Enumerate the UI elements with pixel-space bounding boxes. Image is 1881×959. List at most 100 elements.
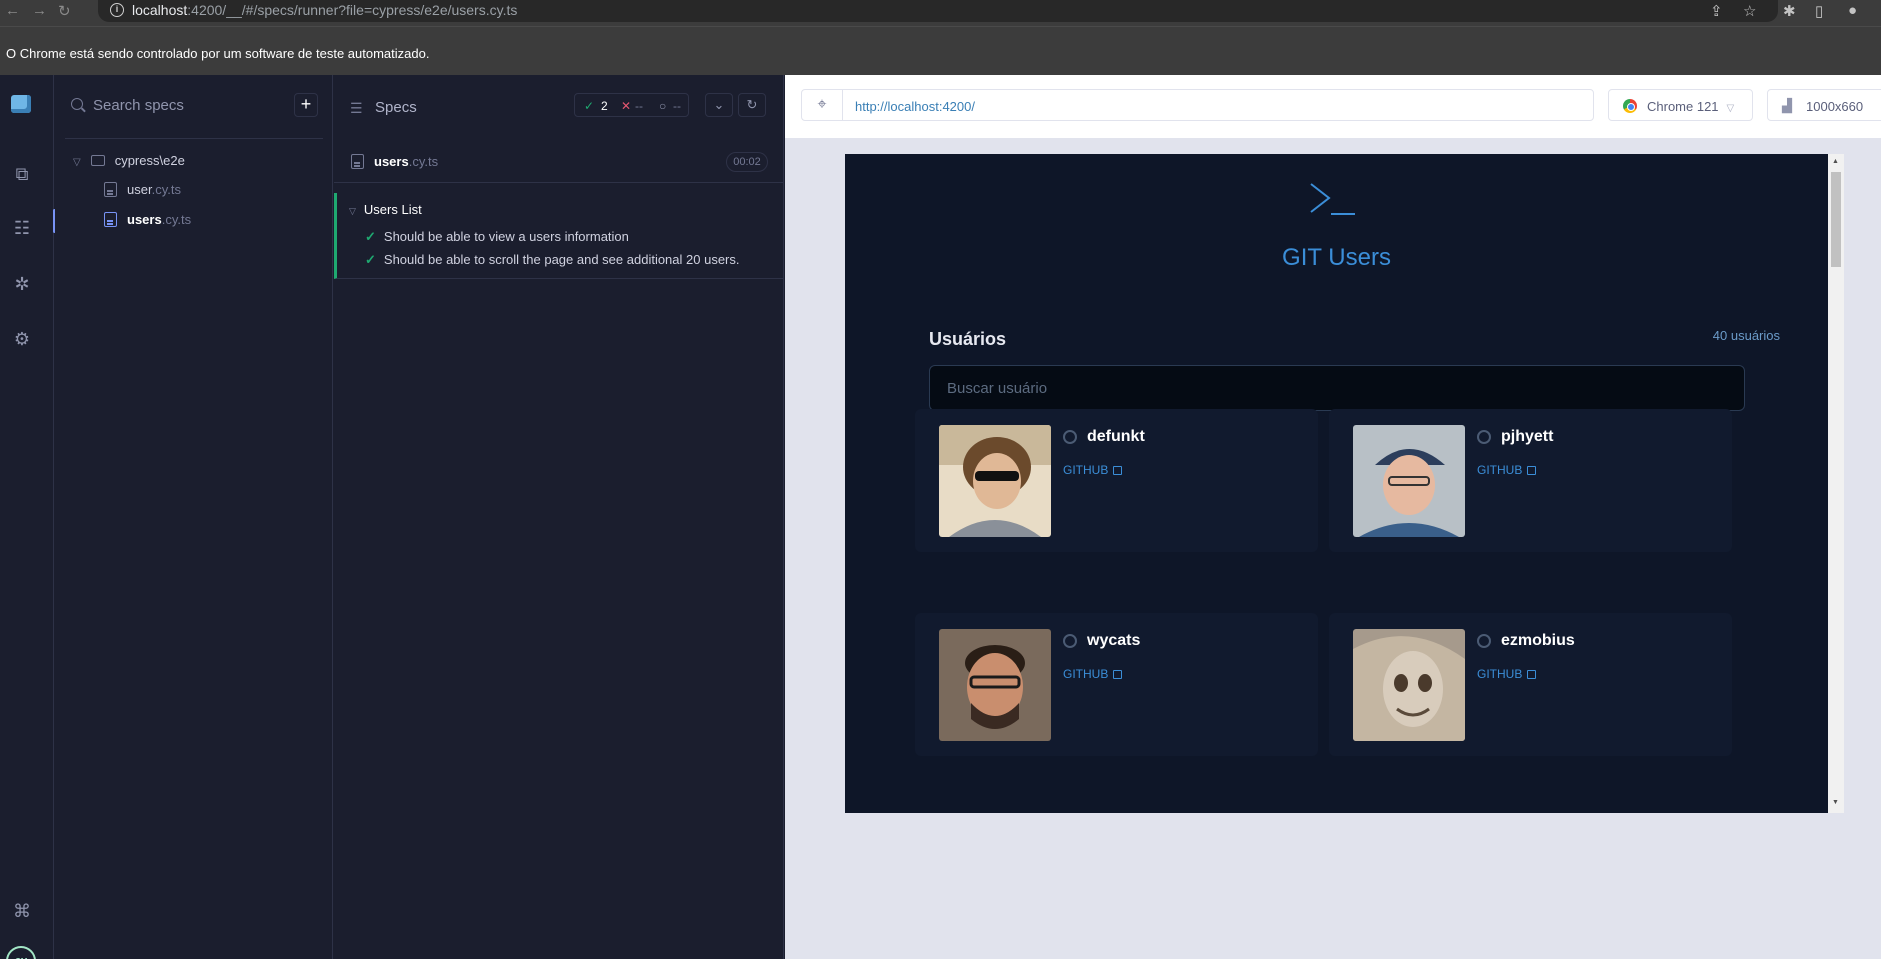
pass-check-icon: ✓ bbox=[365, 252, 376, 267]
address-bar[interactable]: i localhost:4200/__/#/specs/runner?file=… bbox=[98, 0, 1778, 22]
scrollbar-thumb[interactable] bbox=[1831, 172, 1841, 267]
side-panel-icon[interactable]: ▯ bbox=[1815, 2, 1823, 20]
passed-icon: ✓ bbox=[584, 99, 595, 113]
avatar bbox=[939, 425, 1051, 537]
user-name: pjhyett bbox=[1501, 428, 1554, 445]
pass-check-icon: ✓ bbox=[365, 229, 376, 244]
folder-name: cypress\e2e bbox=[114, 153, 185, 168]
user-name: wycats bbox=[1087, 632, 1141, 649]
address-text[interactable]: localhost:4200/__/#/specs/runner?file=cy… bbox=[132, 2, 517, 18]
expand-toggle-button[interactable]: ⌄ bbox=[705, 93, 733, 117]
spec-file-item-active[interactable]: users.cy.ts bbox=[104, 212, 191, 227]
app-title: GIT Users bbox=[1282, 244, 1391, 271]
profile-icon[interactable]: ● bbox=[1848, 2, 1857, 19]
github-link[interactable]: GITHUB bbox=[1477, 667, 1537, 681]
aut-toolbar: ⌖ http://localhost:4200/ Chrome 121 ▽ ▟ 1… bbox=[785, 75, 1881, 139]
collapse-specs-icon[interactable]: ☰ bbox=[350, 100, 363, 117]
user-search-input[interactable]: Buscar usuário bbox=[929, 365, 1745, 411]
browser-select[interactable]: Chrome 121 ▽ bbox=[1608, 89, 1753, 121]
chevron-down-icon: ▽ bbox=[349, 206, 356, 216]
spec-file-item[interactable]: user.cy.ts bbox=[104, 182, 181, 197]
reporter-title: Specs bbox=[375, 99, 417, 116]
debug-bug-icon[interactable]: ✲ bbox=[10, 272, 34, 296]
forward-icon[interactable]: → bbox=[32, 2, 47, 19]
file-icon bbox=[104, 182, 117, 197]
pending-count: -- bbox=[673, 99, 681, 113]
infobar-text: O Chrome está sendo controlado por um so… bbox=[6, 46, 430, 61]
users-count: 40 usuários bbox=[1712, 328, 1780, 343]
user-card: pjhyett GITHUB bbox=[1329, 409, 1732, 552]
spec-search-input[interactable]: Search specs bbox=[93, 97, 184, 114]
scroll-up-icon[interactable]: ▲ bbox=[1832, 158, 1839, 165]
test-row[interactable]: ✓ Should be able to view a users informat… bbox=[365, 229, 629, 245]
user-card: defunkt GITHUB bbox=[915, 409, 1318, 552]
cypress-project-logo[interactable] bbox=[11, 95, 31, 113]
search-icon bbox=[71, 98, 83, 110]
failed-count: -- bbox=[635, 99, 643, 113]
github-link[interactable]: GITHUB bbox=[1063, 667, 1123, 681]
chrome-icon bbox=[1623, 99, 1637, 113]
external-link-icon bbox=[1113, 670, 1123, 679]
user-name: defunkt bbox=[1087, 428, 1145, 445]
folder-icon bbox=[90, 155, 105, 166]
reporter-panel: ☰ Specs ✓ 2 ✕ -- ○ -- ⌄ ↻ users.cy.ts 00… bbox=[334, 75, 784, 959]
avatar bbox=[1353, 629, 1465, 741]
passed-count: 2 bbox=[601, 99, 608, 113]
specs-list-panel: Search specs + ▽ cypress\e2e user.cy.ts u… bbox=[55, 75, 333, 959]
folder-row[interactable]: ▽ cypress\e2e bbox=[73, 153, 185, 168]
spec-duration: 00:02 bbox=[726, 152, 768, 172]
test-row[interactable]: ✓ Should be able to scroll the page and s… bbox=[365, 252, 740, 268]
suite-block: ▽ Users List ✓ Should be able to view a us… bbox=[334, 193, 784, 279]
avatar bbox=[939, 629, 1051, 741]
reporter-header: ☰ Specs ✓ 2 ✕ -- ○ -- ⌄ ↻ bbox=[334, 75, 784, 139]
github-icon bbox=[1477, 430, 1491, 444]
github-icon bbox=[1477, 634, 1491, 648]
runs-icon[interactable]: ⧉ bbox=[10, 162, 34, 186]
settings-gear-icon[interactable]: ⚙ bbox=[10, 327, 34, 351]
viewport-select[interactable]: ▟ 1000x660 bbox=[1767, 89, 1881, 121]
cypress-side-nav: ⧉ ☷ ✲ ⚙ ⌘ cy bbox=[0, 75, 56, 959]
extensions-icon[interactable]: ✱ bbox=[1783, 2, 1796, 20]
pending-icon: ○ bbox=[659, 99, 667, 113]
users-heading: Usuários bbox=[929, 329, 1007, 349]
file-icon bbox=[104, 212, 117, 227]
spec-search-row: Search specs + bbox=[55, 75, 333, 139]
bookmark-star-icon[interactable]: ☆ bbox=[1743, 2, 1756, 20]
back-icon[interactable]: ← bbox=[5, 2, 20, 19]
app-scrollbar[interactable]: ▲ ▼ bbox=[1828, 154, 1844, 813]
aut-url-field[interactable]: http://localhost:4200/ bbox=[842, 89, 1594, 121]
external-link-icon bbox=[1527, 670, 1537, 679]
specs-icon[interactable]: ☷ bbox=[10, 216, 34, 240]
site-info-icon[interactable]: i bbox=[110, 3, 124, 17]
failed-icon: ✕ bbox=[621, 99, 632, 113]
add-spec-button[interactable]: + bbox=[294, 93, 318, 117]
running-spec-name: users.cy.ts bbox=[374, 154, 439, 169]
automation-infobar: O Chrome está sendo controlado por um so… bbox=[0, 26, 1881, 75]
external-link-icon bbox=[1113, 466, 1123, 475]
file-icon bbox=[351, 154, 364, 169]
selector-playground-icon[interactable]: ⌖ bbox=[801, 89, 843, 121]
github-icon bbox=[1063, 634, 1077, 648]
user-name: ezmobius bbox=[1501, 632, 1575, 649]
github-link[interactable]: GITHUB bbox=[1063, 463, 1123, 477]
user-card: wycats GITHUB bbox=[915, 613, 1318, 756]
github-link[interactable]: GITHUB bbox=[1477, 463, 1537, 477]
rerun-button[interactable]: ↻ bbox=[738, 93, 766, 117]
reload-icon[interactable]: ↻ bbox=[58, 2, 71, 20]
cypress-cloud-badge[interactable]: cy bbox=[6, 946, 36, 959]
browser-toolbar: ← → ↻ i localhost:4200/__/#/specs/runner… bbox=[0, 0, 1881, 26]
test-stats: ✓ 2 ✕ -- ○ -- bbox=[574, 93, 689, 117]
viewport-icon: ▟ bbox=[1782, 98, 1792, 113]
avatar bbox=[1353, 425, 1465, 537]
github-icon bbox=[1063, 430, 1077, 444]
divider bbox=[65, 138, 323, 139]
keyboard-shortcuts-icon[interactable]: ⌘ bbox=[10, 899, 34, 923]
running-spec-header: users.cy.ts 00:02 bbox=[334, 139, 784, 183]
chevron-down-icon: ▽ bbox=[73, 157, 81, 168]
app-frame: GIT Users Usuários 40 usuários Buscar us… bbox=[845, 154, 1828, 813]
suite-title[interactable]: ▽ Users List bbox=[349, 202, 422, 217]
user-card: ezmobius GITHUB bbox=[1329, 613, 1732, 756]
share-icon[interactable]: ⇪ bbox=[1710, 2, 1723, 20]
chevron-down-icon: ▽ bbox=[1726, 103, 1735, 114]
scroll-down-icon[interactable]: ▼ bbox=[1832, 799, 1839, 806]
